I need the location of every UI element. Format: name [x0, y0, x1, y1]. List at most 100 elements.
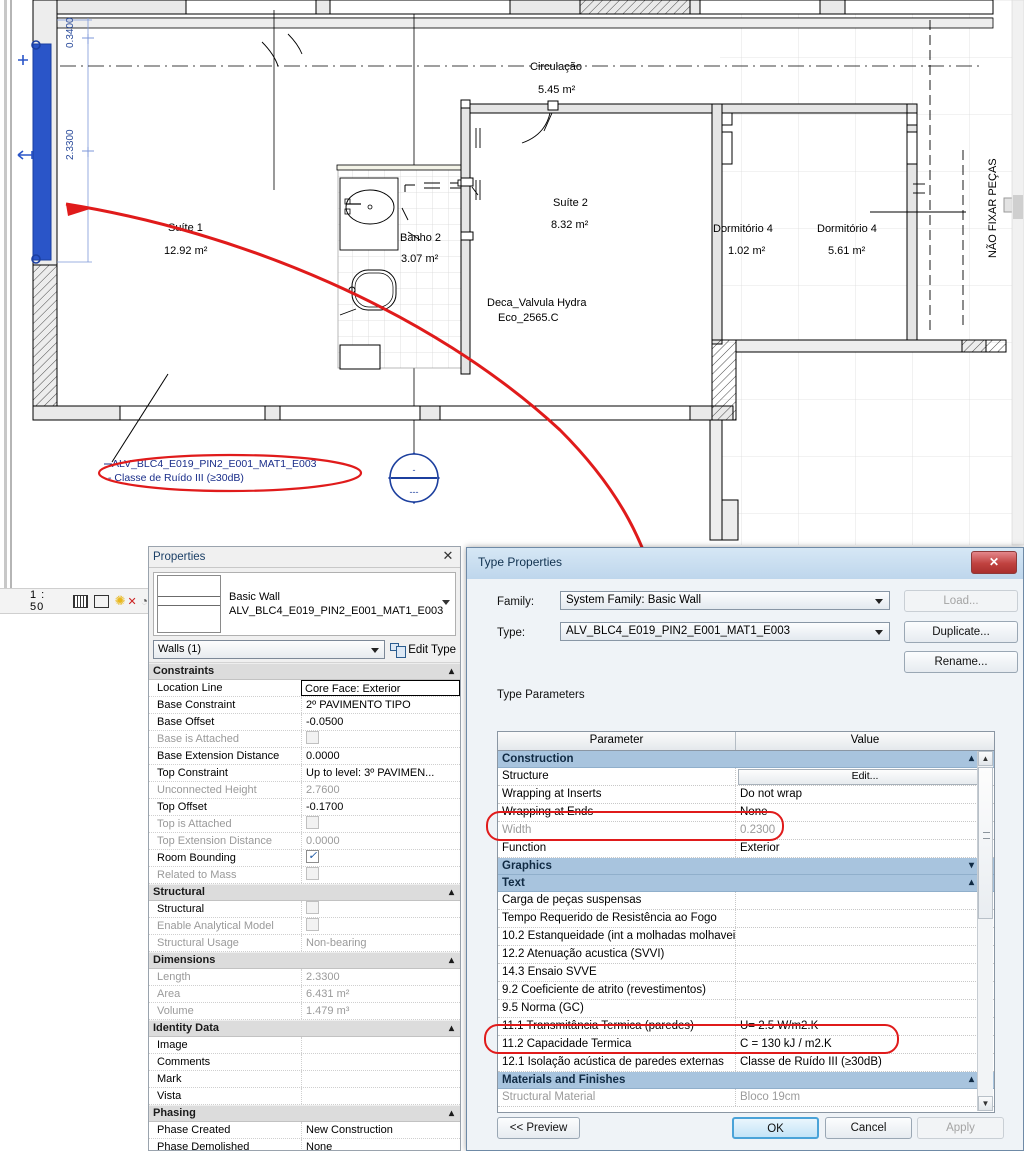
room-area-4: 1.02 m²: [728, 245, 766, 257]
properties-title-bar: Properties ✕: [149, 547, 460, 568]
chevron-down-icon[interactable]: [371, 648, 380, 653]
prop-group-label: Identity Data: [153, 1022, 220, 1034]
checkbox-structural[interactable]: [306, 901, 319, 914]
visual-style-icon[interactable]: [93, 594, 109, 608]
prop-group-label: Phasing: [153, 1107, 196, 1119]
type-group-label: Materials and Finishes: [502, 1074, 626, 1086]
collapse-chevron-icon[interactable]: ▴: [969, 875, 974, 891]
detail-level-icon[interactable]: [72, 594, 88, 608]
collapse-chevron-icon[interactable]: ▴: [449, 953, 454, 968]
type-row-atenuacao-acustica[interactable]: 12.2 Atenuação acustica (SVVI): [498, 946, 994, 964]
type-row-tempo-resistencia-fogo[interactable]: Tempo Requerido de Resistência ao Fogo: [498, 910, 994, 928]
prop-row-unconnected-height: Unconnected Height 2.7600: [149, 782, 460, 799]
expand-chevron-icon[interactable]: ▾: [969, 858, 974, 874]
type-row-transmitancia-termica[interactable]: 11.1 Transmitância Termica (paredes) U= …: [498, 1018, 994, 1036]
prop-row-image[interactable]: Image: [149, 1037, 460, 1054]
floor-plan-canvas[interactable]: 0.3400 2.3300 Suíte 1 12.92 m² Circulaçã…: [0, 0, 1024, 620]
prop-row-base-offset[interactable]: Base Offset -0.0500: [149, 714, 460, 731]
prop-row-volume: Volume 1.479 m³: [149, 1003, 460, 1020]
type-row-wrapping-at-ends[interactable]: Wrapping at Ends None: [498, 804, 994, 822]
type-row-carga-pecas[interactable]: Carga de peças suspensas: [498, 892, 994, 910]
chevron-down-icon[interactable]: [442, 600, 450, 605]
properties-parameter-list[interactable]: Constraints ▴ Location Line Core Face: E…: [149, 662, 460, 1150]
prop-row-vista[interactable]: Vista: [149, 1088, 460, 1105]
type-properties-dialog[interactable]: Type Properties ✕ Family: System Family:…: [466, 547, 1024, 1151]
checkbox-room-bounding[interactable]: [306, 850, 319, 864]
type-row-function[interactable]: Function Exterior: [498, 840, 994, 858]
properties-palette[interactable]: Properties ✕ Basic Wall ALV_BLC4_E019_PI…: [148, 546, 461, 1151]
prop-row-comments[interactable]: Comments: [149, 1054, 460, 1071]
type-row-capacidade-termica[interactable]: 11.2 Capacidade Termica C = 130 kJ / m2.…: [498, 1036, 994, 1054]
sun-path-icon[interactable]: ✺: [115, 593, 126, 609]
vertical-note: NÃO FIXAR PEÇAS: [986, 158, 999, 258]
properties-selector-row[interactable]: Walls (1) Edit Type: [153, 640, 456, 659]
crop-view-icon[interactable]: ◔: [141, 594, 148, 608]
scrollbar-thumb[interactable]: [978, 767, 993, 919]
table-scrollbar[interactable]: ▲ ▼: [977, 751, 993, 1111]
type-combo[interactable]: ALV_BLC4_E019_PIN2_E001_MAT1_E003: [560, 622, 890, 641]
svg-text:2.3300: 2.3300: [65, 129, 76, 160]
ok-button[interactable]: OK: [732, 1117, 819, 1139]
close-icon[interactable]: ✕: [440, 548, 456, 564]
cancel-button[interactable]: Cancel: [825, 1117, 912, 1139]
dialog-title-bar[interactable]: Type Properties ✕: [467, 548, 1023, 580]
room-label-2: Banho 2: [400, 232, 441, 244]
edit-type-button[interactable]: Edit Type: [390, 642, 456, 658]
type-row-estanqueidade[interactable]: 10.2 Estanqueidade (int a molhadas molha…: [498, 928, 994, 946]
scroll-up-icon[interactable]: ▲: [978, 751, 993, 766]
svg-text:-: -: [413, 465, 416, 475]
type-group-materials-and-finishes[interactable]: Materials and Finishes ▴: [498, 1072, 994, 1089]
prop-row-base-extension-distance[interactable]: Base Extension Distance 0.0000: [149, 748, 460, 765]
collapse-chevron-icon[interactable]: ▴: [969, 751, 974, 767]
prop-group-constraints[interactable]: Constraints ▴: [149, 663, 460, 680]
type-row-coeficiente-atrito[interactable]: 9.2 Coeficiente de atrito (revestimentos…: [498, 982, 994, 1000]
prop-group-dimensions[interactable]: Dimensions ▴: [149, 952, 460, 969]
collapse-chevron-icon[interactable]: ▴: [449, 885, 454, 900]
shadows-off-icon[interactable]: ✕: [128, 595, 137, 608]
preview-button[interactable]: << Preview: [497, 1117, 580, 1139]
room-area-3: 8.32 m²: [551, 219, 589, 231]
type-row-ensaio-svve[interactable]: 14.3 Ensaio SVVE: [498, 964, 994, 982]
prop-row-top-constraint[interactable]: Top Constraint Up to level: 3º PAVIMEN..…: [149, 765, 460, 782]
column-header-value: Value: [850, 734, 880, 746]
element-selector-combo[interactable]: Walls (1): [153, 640, 386, 659]
structure-edit-button[interactable]: Edit...: [738, 769, 992, 785]
prop-row-mark[interactable]: Mark: [149, 1071, 460, 1088]
chevron-down-icon[interactable]: [875, 630, 883, 635]
prop-group-identity-data[interactable]: Identity Data ▴: [149, 1020, 460, 1037]
type-row-norma-gc[interactable]: 9.5 Norma (GC): [498, 1000, 994, 1018]
table-header-row: Parameter Value: [498, 732, 994, 751]
collapse-chevron-icon[interactable]: ▴: [449, 1106, 454, 1121]
prop-row-phase-created[interactable]: Phase Created New Construction: [149, 1122, 460, 1139]
prop-group-structural[interactable]: Structural ▴: [149, 884, 460, 901]
type-row-structure[interactable]: Structure Edit...: [498, 768, 994, 786]
prop-row-top-offset[interactable]: Top Offset -0.1700: [149, 799, 460, 816]
prop-row-structural[interactable]: Structural: [149, 901, 460, 918]
type-group-text[interactable]: Text ▴: [498, 875, 994, 892]
type-parameters-table[interactable]: Parameter Value Construction ▴ Structure…: [497, 731, 995, 1113]
type-row-wrapping-at-inserts[interactable]: Wrapping at Inserts Do not wrap: [498, 786, 994, 804]
chevron-down-icon[interactable]: [875, 599, 883, 604]
collapse-chevron-icon[interactable]: ▴: [449, 664, 454, 679]
collapse-chevron-icon[interactable]: ▴: [449, 1021, 454, 1036]
type-row-isolacao-acustica[interactable]: 12.1 Isolação acústica de paredes extern…: [498, 1054, 994, 1072]
equipment-tag-line1: Deca_Valvula Hydra: [487, 297, 587, 309]
scroll-down-icon[interactable]: ▼: [978, 1096, 993, 1111]
prop-row-room-bounding[interactable]: Room Bounding: [149, 850, 460, 867]
close-icon[interactable]: ✕: [971, 551, 1017, 574]
type-preview-box[interactable]: Basic Wall ALV_BLC4_E019_PIN2_E001_MAT1_…: [153, 572, 456, 636]
prop-row-base-constraint[interactable]: Base Constraint 2º PAVIMENTO TIPO: [149, 697, 460, 714]
type-group-graphics[interactable]: Graphics ▾: [498, 858, 994, 875]
prop-group-phasing[interactable]: Phasing ▴: [149, 1105, 460, 1122]
duplicate-button[interactable]: Duplicate...: [904, 621, 1018, 643]
family-combo[interactable]: System Family: Basic Wall: [560, 591, 890, 610]
prop-row-location-line[interactable]: Location Line Core Face: Exterior: [149, 680, 460, 697]
view-control-bar[interactable]: 1 : 50 ✺ ✕ ◔: [0, 588, 148, 614]
checkbox-enable-analytical-model: [306, 918, 319, 931]
rename-button[interactable]: Rename...: [904, 651, 1018, 673]
collapse-chevron-icon[interactable]: ▴: [969, 1072, 974, 1088]
prop-row-phase-demolished[interactable]: Phase Demolished None: [149, 1139, 460, 1150]
wall-thumbnail-icon: [157, 575, 221, 633]
type-group-construction[interactable]: Construction ▴: [498, 751, 994, 768]
type-group-label: Graphics: [502, 860, 552, 872]
